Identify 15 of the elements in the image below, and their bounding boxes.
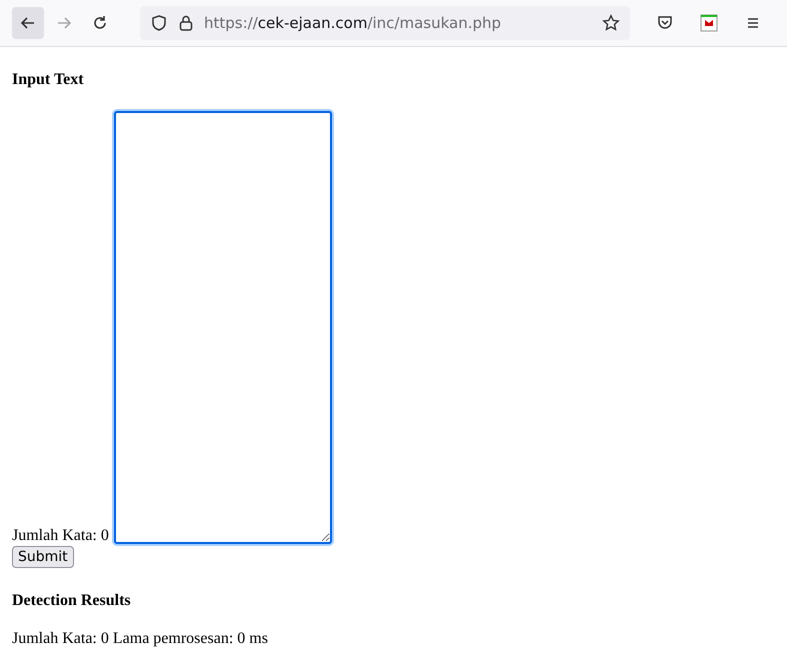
section-heading: Detection Results (12, 592, 132, 610)
lock-icon (178, 14, 194, 32)
text-input-field[interactable] (114, 111, 332, 544)
reload-icon (91, 14, 109, 32)
extension-icon[interactable] (700, 14, 718, 32)
submit-button[interactable]: Submit (12, 546, 74, 568)
word-count: Jumlah Kata: 0 (12, 528, 109, 544)
menu-icon[interactable] (748, 16, 758, 30)
results-summary: Jumlah Kata: 0 Lama pemrosesan: 0 ms (12, 630, 269, 648)
star-icon[interactable] (602, 14, 620, 32)
back-button[interactable] (12, 7, 44, 39)
address-bar[interactable]: https://cek-ejaan.com/inc/masukan.php (140, 6, 630, 40)
section-heading: Input Text (12, 71, 85, 89)
shield-icon (150, 14, 168, 32)
url-text: https://cek-ejaan.com/inc/masukan.php (204, 14, 502, 32)
